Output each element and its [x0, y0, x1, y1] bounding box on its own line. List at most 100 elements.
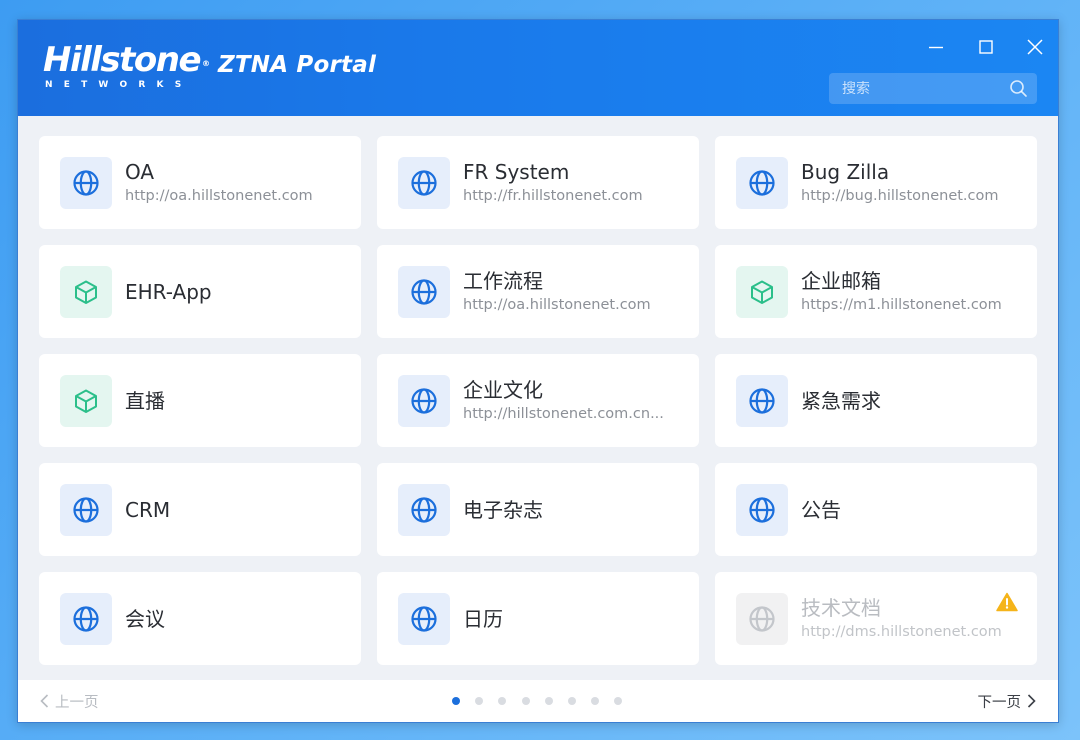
page-dot[interactable]	[521, 697, 530, 705]
app-name: OA	[125, 160, 155, 184]
app-card-text: 技术文档 http://dms.hillstonenet.com	[801, 595, 1021, 642]
search-input[interactable]	[842, 80, 1002, 97]
page-dot[interactable]	[567, 697, 576, 705]
prev-page-button[interactable]: 上一页	[40, 680, 99, 722]
globe-icon	[736, 156, 788, 209]
app-name: Bug Zilla	[801, 160, 890, 184]
page-dot[interactable]	[544, 697, 553, 705]
search-icon[interactable]	[1009, 79, 1028, 102]
chevron-left-icon	[40, 694, 49, 708]
app-card[interactable]: 电子杂志	[377, 463, 699, 556]
next-page-button[interactable]: 下一页	[978, 680, 1037, 722]
globe-icon	[736, 374, 788, 427]
app-card[interactable]: 公告	[715, 463, 1037, 556]
app-card[interactable]: 紧急需求	[715, 354, 1037, 447]
app-name: FR System	[463, 160, 570, 184]
next-page-label: 下一页	[977, 694, 1022, 711]
warning-icon	[996, 592, 1018, 616]
logo-registered-mark: ®	[202, 59, 211, 68]
app-card[interactable]: 企业邮箱 https://m1.hillstonenet.com	[715, 245, 1037, 338]
globe-icon	[398, 156, 450, 209]
globe-icon	[398, 374, 450, 427]
portal-title: ZTNA Portal	[218, 52, 377, 78]
app-name: CRM	[125, 497, 171, 522]
app-card-text: CRM	[125, 497, 345, 523]
page-dot[interactable]	[614, 697, 623, 705]
app-name: 工作流程	[463, 269, 543, 293]
app-card[interactable]: 会议	[39, 572, 361, 665]
app-name: 电子杂志	[463, 497, 543, 522]
close-button[interactable]	[1022, 34, 1048, 60]
app-card-text: 会议	[125, 606, 345, 632]
page-indicator	[452, 697, 638, 705]
app-card[interactable]: FR System http://fr.hillstonenet.com	[377, 136, 699, 229]
globe-icon	[60, 156, 112, 209]
app-name: 日历	[463, 606, 503, 631]
app-card[interactable]: OA http://oa.hillstonenet.com	[39, 136, 361, 229]
app-url: http://oa.hillstonenet.com	[463, 297, 651, 313]
app-card-text: 紧急需求	[801, 388, 1021, 414]
app-card-text: 日历	[463, 606, 683, 632]
app-card-text: 企业文化 http://hillstonenet.com.cn...	[463, 377, 683, 424]
app-card[interactable]: CRM	[39, 463, 361, 556]
app-card-text: Bug Zilla http://bug.hillstonenet.com	[801, 159, 1021, 206]
app-name: 技术文档	[801, 596, 881, 620]
ztna-portal-window: Hillstone® NETWORKS ZTNA Portal OA http:/…	[17, 19, 1059, 723]
globe-icon	[736, 483, 788, 536]
cube-icon	[736, 265, 788, 318]
app-url: http://bug.hillstonenet.com	[801, 188, 999, 204]
app-card-text: 工作流程 http://oa.hillstonenet.com	[463, 268, 683, 315]
app-card-text: 电子杂志	[463, 497, 683, 523]
logo-subtext: NETWORKS	[45, 80, 193, 90]
page-dot[interactable]	[452, 697, 460, 705]
app-card[interactable]: 直播	[39, 354, 361, 447]
globe-icon	[60, 592, 112, 645]
minimize-icon	[929, 46, 943, 49]
app-name: 公告	[801, 497, 841, 522]
close-icon	[1027, 39, 1043, 55]
app-url: http://dms.hillstonenet.com	[801, 624, 1002, 640]
app-name: 企业邮箱	[801, 269, 881, 293]
pagination-bar: 上一页 下一页	[18, 680, 1058, 722]
app-card-text: 直播	[125, 388, 345, 414]
page-dot[interactable]	[591, 697, 600, 705]
app-card-text: 企业邮箱 https://m1.hillstonenet.com	[801, 268, 1021, 315]
page-dot[interactable]	[498, 697, 507, 705]
globe-icon	[398, 592, 450, 645]
globe-icon	[398, 483, 450, 536]
globe-icon	[736, 592, 788, 645]
minimize-button[interactable]	[923, 34, 949, 60]
app-card-text: FR System http://fr.hillstonenet.com	[463, 159, 683, 206]
maximize-button[interactable]	[973, 34, 999, 60]
title-bar: Hillstone ® NETWORKS ZTNA Portal	[18, 20, 1058, 116]
app-card[interactable]: 企业文化 http://hillstonenet.com.cn...	[377, 354, 699, 447]
search-box[interactable]	[829, 73, 1037, 104]
app-card-text: EHR-App	[125, 279, 345, 305]
app-grid: OA http://oa.hillstonenet.com FR System htt…	[39, 136, 1037, 665]
app-card-text: OA http://oa.hillstonenet.com	[125, 159, 345, 206]
app-name: 企业文化	[463, 378, 543, 402]
app-card[interactable]: 技术文档 http://dms.hillstonenet.com	[715, 572, 1037, 665]
app-name: 直播	[125, 388, 165, 413]
app-card[interactable]: 日历	[377, 572, 699, 665]
logo-wordmark: Hillstone	[43, 40, 202, 80]
globe-icon	[60, 483, 112, 536]
app-card[interactable]: EHR-App	[39, 245, 361, 338]
page-dot[interactable]	[475, 697, 484, 705]
globe-icon	[398, 265, 450, 318]
app-card[interactable]: Bug Zilla http://bug.hillstonenet.com	[715, 136, 1037, 229]
app-url: http://hillstonenet.com.cn...	[463, 406, 664, 422]
app-name: 会议	[125, 606, 165, 631]
app-card[interactable]: 工作流程 http://oa.hillstonenet.com	[377, 245, 699, 338]
hillstone-logo: Hillstone ® NETWORKS	[43, 42, 210, 90]
prev-page-label: 上一页	[55, 694, 99, 711]
app-url: https://m1.hillstonenet.com	[801, 297, 1002, 313]
app-url: http://fr.hillstonenet.com	[463, 188, 643, 204]
chevron-right-icon	[1027, 694, 1036, 708]
app-name: EHR-App	[125, 279, 212, 304]
cube-icon	[60, 265, 112, 318]
app-name: 紧急需求	[801, 388, 881, 413]
maximize-icon	[979, 40, 993, 54]
app-url: http://oa.hillstonenet.com	[125, 188, 313, 204]
cube-icon	[60, 374, 112, 427]
